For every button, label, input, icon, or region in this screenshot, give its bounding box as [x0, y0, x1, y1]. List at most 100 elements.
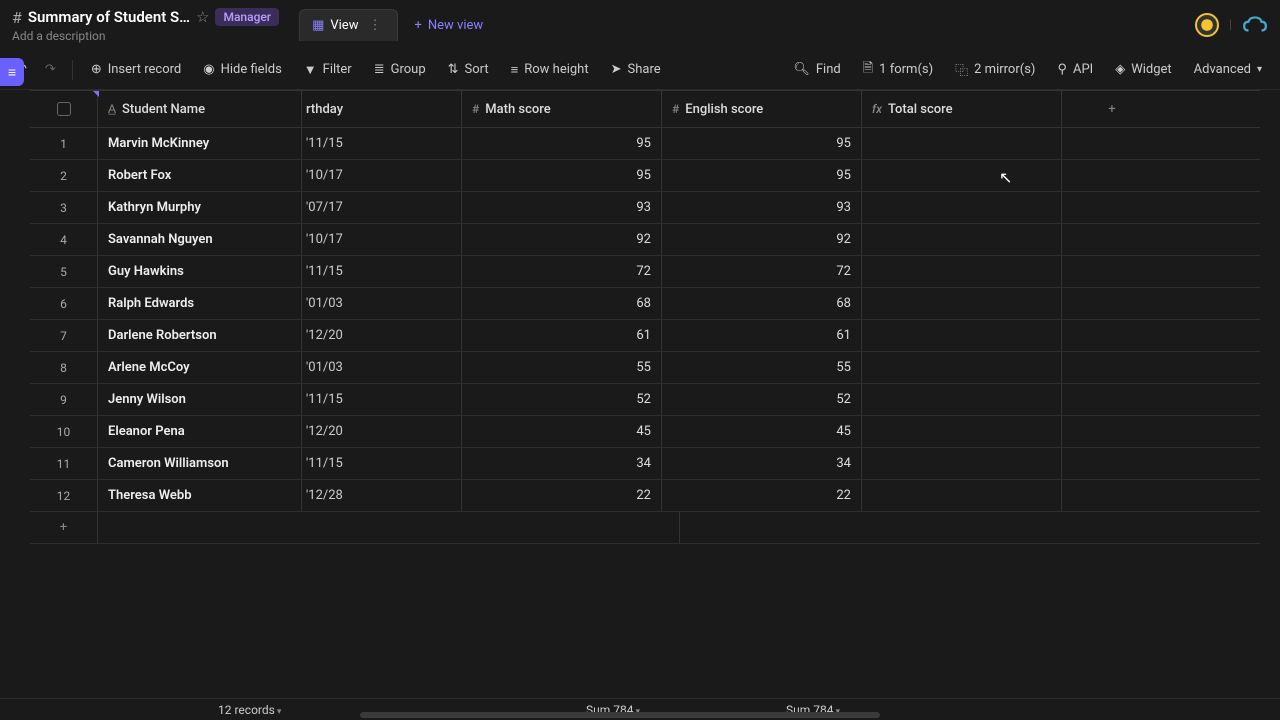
column-header-english[interactable]: #English score — [662, 91, 862, 127]
cell-birthday[interactable]: '10/17 — [302, 224, 462, 255]
cell-total[interactable] — [862, 416, 1062, 447]
cell-birthday[interactable]: '12/20 — [302, 416, 462, 447]
table-row[interactable]: 4Savannah Nguyen'10/179292 — [30, 224, 1260, 256]
sort-button[interactable]: ⇅Sort — [438, 56, 499, 83]
cell-name[interactable]: Arlene McCoy — [98, 352, 302, 383]
cell-total[interactable] — [862, 384, 1062, 415]
add-row-plus[interactable]: + — [30, 512, 98, 543]
cell-math[interactable]: 61 — [462, 320, 662, 351]
hide-fields-button[interactable]: ◉Hide fields — [193, 56, 292, 83]
cell-total[interactable] — [862, 160, 1062, 191]
cell-total[interactable] — [862, 224, 1062, 255]
cell-birthday[interactable]: '01/03 — [302, 288, 462, 319]
share-button[interactable]: ➤Share — [601, 56, 671, 83]
table-row[interactable]: 11Cameron Williamson'11/153434 — [30, 448, 1260, 480]
column-header-total[interactable]: fxTotal score — [862, 91, 1062, 127]
column-header-math[interactable]: #Math score — [462, 91, 662, 127]
find-button[interactable]: 🔍︎Find — [783, 56, 850, 83]
filter-button[interactable]: ▼Filter — [294, 56, 362, 84]
cell-math[interactable]: 92 — [462, 224, 662, 255]
star-icon[interactable]: ☆ — [196, 8, 209, 26]
table-row[interactable]: 3Kathryn Murphy'07/179393 — [30, 192, 1260, 224]
cell-english[interactable]: 93 — [662, 192, 862, 223]
cell-birthday[interactable]: '07/17 — [302, 192, 462, 223]
cell-english[interactable]: 52 — [662, 384, 862, 415]
sidebar-toggle[interactable]: ≡ — [0, 58, 24, 86]
row-number[interactable]: 9 — [30, 384, 98, 415]
redo-button[interactable]: ↷ — [37, 56, 64, 83]
cell-total[interactable] — [862, 352, 1062, 383]
tab-menu-icon[interactable]: ⋮ — [364, 18, 385, 33]
cell-english[interactable]: 92 — [662, 224, 862, 255]
cell-total[interactable] — [862, 192, 1062, 223]
table-row[interactable]: 1Marvin McKinney'11/159595 — [30, 128, 1260, 160]
cell-birthday[interactable]: '12/28 — [302, 480, 462, 511]
select-all-cell[interactable] — [30, 91, 98, 127]
advanced-button[interactable]: Advanced▾ — [1184, 56, 1272, 83]
cell-total[interactable] — [862, 288, 1062, 319]
cell-english[interactable]: 72 — [662, 256, 862, 287]
cell-math[interactable]: 68 — [462, 288, 662, 319]
row-number[interactable]: 6 — [30, 288, 98, 319]
view-tab[interactable]: ▦ View ⋮ — [299, 9, 398, 41]
cell-name[interactable]: Theresa Webb — [98, 480, 302, 511]
cell-birthday[interactable]: '11/15 — [302, 128, 462, 159]
row-number[interactable]: 2 — [30, 160, 98, 191]
row-number[interactable]: 11 — [30, 448, 98, 479]
cell-name[interactable]: Eleanor Pena — [98, 416, 302, 447]
new-view-button[interactable]: + New view — [402, 10, 495, 41]
cell-english[interactable]: 34 — [662, 448, 862, 479]
row-height-button[interactable]: ≡Row height — [501, 56, 599, 84]
cell-total[interactable] — [862, 256, 1062, 287]
mirrors-button[interactable]: ⿻2 mirror(s) — [945, 54, 1045, 85]
cell-total[interactable] — [862, 480, 1062, 511]
cell-math[interactable]: 95 — [462, 160, 662, 191]
row-number[interactable]: 4 — [30, 224, 98, 255]
forms-button[interactable]: 🗎1 form(s) — [853, 53, 943, 87]
cell-name[interactable]: Kathryn Murphy — [98, 192, 302, 223]
api-button[interactable]: ⚲API — [1047, 56, 1103, 83]
cell-english[interactable]: 55 — [662, 352, 862, 383]
cell-english[interactable]: 95 — [662, 160, 862, 191]
add-row[interactable]: + — [30, 512, 1260, 544]
record-count[interactable]: 12 records▾ — [218, 703, 281, 717]
cell-english[interactable]: 61 — [662, 320, 862, 351]
cell-birthday[interactable]: '10/17 — [302, 160, 462, 191]
row-number[interactable]: 8 — [30, 352, 98, 383]
cell-english[interactable]: 95 — [662, 128, 862, 159]
horizontal-scrollbar[interactable] — [360, 712, 880, 718]
table-row[interactable]: 5Guy Hawkins'11/157272 — [30, 256, 1260, 288]
add-column-button[interactable]: + — [1062, 91, 1162, 127]
row-number[interactable]: 5 — [30, 256, 98, 287]
cell-english[interactable]: 45 — [662, 416, 862, 447]
cell-math[interactable]: 52 — [462, 384, 662, 415]
cell-name[interactable]: Jenny Wilson — [98, 384, 302, 415]
cell-math[interactable]: 45 — [462, 416, 662, 447]
table-row[interactable]: 8Arlene McCoy'01/035555 — [30, 352, 1260, 384]
row-number[interactable]: 1 — [30, 128, 98, 159]
cell-math[interactable]: 95 — [462, 128, 662, 159]
table-row[interactable]: 6Ralph Edwards'01/036868 — [30, 288, 1260, 320]
select-all-checkbox[interactable] — [57, 102, 71, 116]
table-row[interactable]: 7Darlene Robertson'12/206161 — [30, 320, 1260, 352]
cell-total[interactable] — [862, 320, 1062, 351]
cell-name[interactable]: Darlene Robertson — [98, 320, 302, 351]
cell-name[interactable]: Ralph Edwards — [98, 288, 302, 319]
cell-math[interactable]: 55 — [462, 352, 662, 383]
row-number[interactable]: 7 — [30, 320, 98, 351]
row-number[interactable]: 10 — [30, 416, 98, 447]
cell-name[interactable]: Guy Hawkins — [98, 256, 302, 287]
table-row[interactable]: 9Jenny Wilson'11/155252 — [30, 384, 1260, 416]
group-button[interactable]: ≣Group — [364, 56, 436, 83]
cell-name[interactable]: Marvin McKinney — [98, 128, 302, 159]
cell-english[interactable]: 22 — [662, 480, 862, 511]
cell-total[interactable] — [862, 448, 1062, 479]
cell-name[interactable]: Robert Fox — [98, 160, 302, 191]
sync-cloud-icon[interactable] — [1242, 15, 1268, 35]
cell-math[interactable]: 22 — [462, 480, 662, 511]
cell-math[interactable]: 72 — [462, 256, 662, 287]
column-header-birthday[interactable]: rthday — [302, 91, 462, 127]
cell-math[interactable]: 93 — [462, 192, 662, 223]
insert-record-button[interactable]: ⊕Insert record — [81, 56, 191, 83]
description-placeholder[interactable]: Add a description — [12, 29, 279, 43]
